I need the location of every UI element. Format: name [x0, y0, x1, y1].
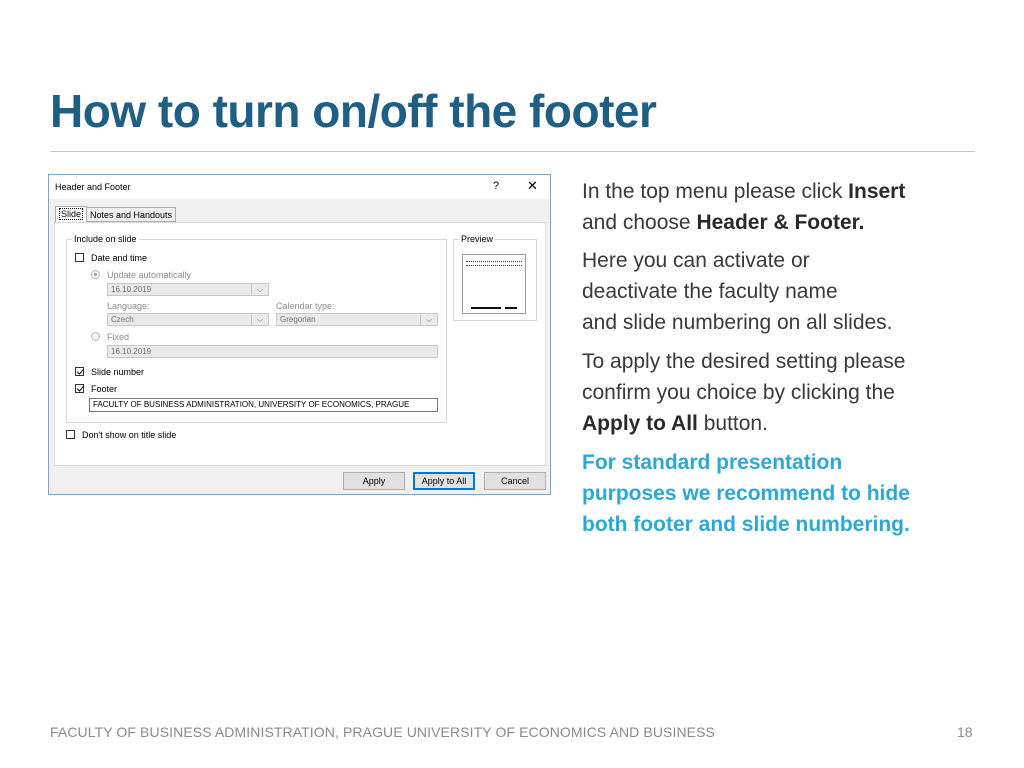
instr-1a: In the top menu please click: [582, 180, 849, 203]
tab-slide-label: Slide: [59, 208, 84, 220]
instr-3c: button.: [697, 412, 768, 435]
chevron-down-icon: ⌵: [251, 314, 268, 325]
tab-slide[interactable]: Slide: [55, 206, 88, 223]
close-icon[interactable]: ✕: [527, 178, 538, 194]
include-group-label: Include on slide: [72, 234, 139, 244]
date-and-time-checkbox[interactable]: [75, 253, 84, 262]
slide-number-label: Slide number: [91, 367, 145, 377]
instr-1c: and choose: [582, 211, 697, 234]
instruction-paragraph-2: Here you can activate or deactivate the …: [582, 245, 893, 338]
auto-date-dropdown[interactable]: 16.10.2019 ⌵: [107, 283, 269, 296]
include-on-slide-group: Include on slide Date and time Update au…: [66, 234, 447, 423]
slide-title: How to turn on/off the footer: [50, 85, 657, 137]
language-value: Czech: [111, 315, 134, 324]
instr-insert: Insert: [848, 180, 906, 203]
calendar-type-dropdown[interactable]: Gregorian ⌵: [276, 313, 438, 326]
auto-date-value: 16.10.2019: [111, 285, 152, 294]
slide-footer: FACULTY OF BUSINESS ADMINISTRATION, PRAG…: [50, 724, 715, 740]
cancel-button[interactable]: Cancel: [484, 472, 546, 490]
chevron-down-icon: ⌵: [420, 314, 437, 325]
tab-notes-label: Notes and Handouts: [90, 210, 173, 220]
apply-button[interactable]: Apply: [343, 472, 405, 490]
footer-text-input[interactable]: FACULTY OF BUSINESS ADMINISTRATION, UNIV…: [89, 398, 438, 412]
calendar-type-value: Gregorian: [280, 315, 316, 324]
preview-label: Preview: [459, 234, 496, 244]
instr-2l3: and slide numbering on all slides.: [582, 311, 893, 334]
rec-l3: both footer and slide numbering.: [582, 513, 910, 536]
fixed-date-field[interactable]: 16.10.2019: [107, 345, 438, 358]
preview-number-placeholder: [505, 307, 517, 309]
dialog-title: Header and Footer: [55, 182, 131, 192]
instr-2l2: deactivate the faculty name: [582, 280, 838, 303]
instruction-paragraph-1: In the top menu please click Insert and …: [582, 176, 905, 238]
language-dropdown[interactable]: Czech ⌵: [107, 313, 269, 326]
preview-title-placeholder: [466, 265, 522, 266]
date-and-time-label: Date and time: [91, 253, 148, 263]
instr-3l1: To apply the desired setting please: [582, 350, 906, 373]
instr-apply-to-all: Apply to All: [582, 412, 698, 435]
instruction-paragraph-3: To apply the desired setting please conf…: [582, 346, 905, 439]
instr-2l1: Here you can activate or: [582, 249, 810, 272]
header-footer-dialog: Header and Footer ? ✕ Slide Notes and Ha…: [48, 174, 551, 495]
tab-notes-and-handouts[interactable]: Notes and Handouts: [86, 207, 177, 222]
rec-l2: purposes we recommend to hide: [582, 482, 910, 505]
footer-text-value: FACULTY OF BUSINESS ADMINISTRATION, UNIV…: [93, 400, 410, 409]
preview-title-placeholder: [466, 261, 522, 262]
recommendation-paragraph: For standard presentation purposes we re…: [582, 447, 910, 540]
footer-checkbox[interactable]: [75, 384, 84, 393]
dont-show-on-title-slide-label: Don't show on title slide: [82, 430, 177, 440]
fixed-radio[interactable]: [91, 332, 100, 341]
language-label: Language:: [107, 301, 150, 311]
title-divider: [50, 151, 975, 152]
fixed-date-value: 16.10.2019: [111, 347, 152, 356]
instr-3l2: confirm you choice by clicking the: [582, 381, 895, 404]
chevron-down-icon: ⌵: [251, 284, 268, 295]
update-automatically-label: Update automatically: [107, 270, 192, 280]
preview-group: Preview: [453, 234, 537, 321]
update-automatically-radio[interactable]: [91, 270, 100, 279]
dialog-titlebar: Header and Footer ? ✕: [49, 175, 550, 199]
calendar-type-label: Calendar type:: [276, 301, 335, 311]
fixed-label: Fixed: [107, 332, 130, 342]
slide-preview: [462, 254, 526, 314]
help-icon[interactable]: ?: [493, 180, 499, 192]
preview-footer-placeholder: [471, 307, 501, 309]
footer-label: Footer: [91, 384, 118, 394]
dont-show-on-title-slide-checkbox[interactable]: [66, 430, 75, 439]
slide-number: 18: [957, 724, 973, 740]
apply-to-all-button[interactable]: Apply to All: [413, 472, 475, 490]
rec-l1: For standard presentation: [582, 451, 843, 474]
slide-number-checkbox[interactable]: [75, 367, 84, 376]
instr-header-footer: Header & Footer.: [696, 211, 865, 234]
slide-tab-panel: Include on slide Date and time Update au…: [54, 222, 546, 466]
